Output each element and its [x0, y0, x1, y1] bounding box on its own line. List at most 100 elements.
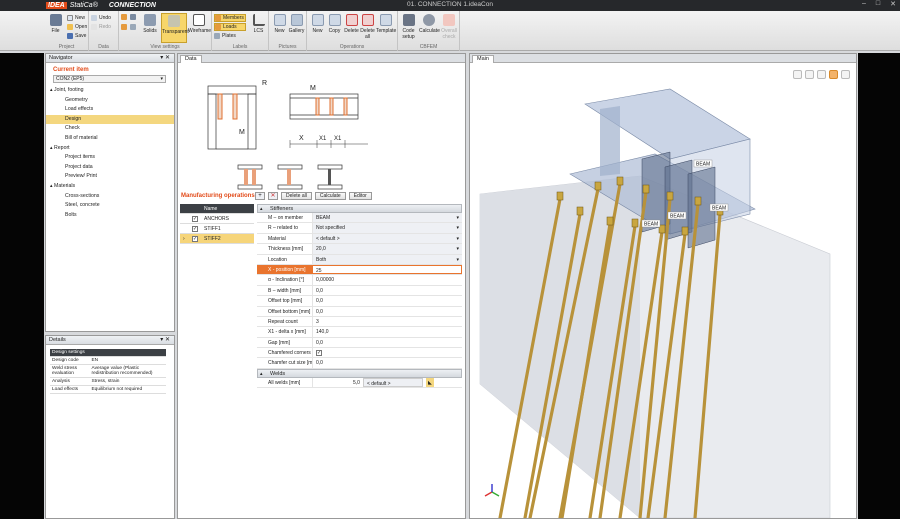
welds-size-input[interactable]: 5,0	[353, 378, 360, 387]
tree-item[interactable]: Check	[46, 124, 174, 134]
weld-type-icon[interactable]: ◣	[425, 377, 434, 388]
property-row: Material < default >	[257, 233, 462, 244]
checkbox[interactable]: ✓	[192, 236, 198, 242]
open-button[interactable]: Open	[67, 23, 87, 31]
lcs-icon	[252, 14, 265, 26]
property-input[interactable]: 0,00000	[312, 275, 462, 285]
maximize-icon[interactable]: □	[876, 0, 880, 8]
tree-item[interactable]: Steel, concrete	[46, 201, 174, 211]
copy-button[interactable]: Copy	[326, 13, 343, 43]
code-setup-button[interactable]: Code setup	[400, 13, 417, 43]
dim-label-x1: X1	[319, 136, 327, 142]
property-input[interactable]: 3	[312, 316, 462, 327]
property-select[interactable]: BEAM	[312, 213, 462, 223]
transparent-button[interactable]: Transparent	[161, 13, 189, 43]
tree-item[interactable]: Geometry	[46, 96, 174, 106]
tree-item[interactable]: Bolts	[46, 211, 174, 221]
table-row: Weld stress evaluation Average value (Pla…	[50, 364, 166, 378]
pin-icon[interactable]: ▾ ✕	[160, 336, 170, 345]
zoom-icon[interactable]	[805, 70, 814, 79]
operation-new-button[interactable]: New	[309, 13, 326, 43]
remove-operation-button[interactable]: ✕	[268, 192, 278, 200]
welds-material-select[interactable]: < default >	[362, 377, 423, 388]
zoom-extent-icon[interactable]	[793, 70, 802, 79]
new-project-button[interactable]: New	[67, 14, 85, 22]
details-table-header: Design settings	[50, 349, 166, 357]
view-option-1[interactable]	[121, 13, 127, 21]
plates-label-toggle[interactable]: Plates	[214, 32, 236, 40]
loads-label-toggle[interactable]: Loads	[214, 23, 246, 31]
file-button[interactable]: File	[47, 13, 64, 43]
tab-main[interactable]: Main	[472, 55, 494, 63]
solids-button[interactable]: Solids	[140, 13, 160, 43]
delete-button[interactable]: Delete	[343, 13, 360, 43]
collapse-icon: ▴	[260, 206, 263, 212]
property-select[interactable]: Both	[312, 254, 462, 265]
ribbon-group-pictures: New Gallery Pictures	[269, 11, 307, 51]
view-option-3[interactable]	[121, 23, 127, 31]
property-input[interactable]: 0,0	[312, 358, 462, 368]
group-stiffeners[interactable]: ▴ Stiffeners	[257, 204, 462, 213]
property-input[interactable]: 25	[312, 264, 462, 275]
property-row: Chamfered corners ✓	[257, 348, 462, 359]
tree-group[interactable]: ▴ Materials	[46, 182, 174, 192]
save-button[interactable]: Save	[67, 32, 86, 40]
property-input[interactable]: 0,0	[312, 296, 462, 306]
ribbon-group-cbfem: Code setup Calculate Overall check CBFEM	[398, 11, 460, 51]
tree-group[interactable]: ▴ Joint, footing	[46, 86, 174, 96]
delete-all-operations-button[interactable]: Delete all	[281, 192, 312, 200]
checkbox[interactable]: ✓	[192, 216, 198, 222]
minimize-icon[interactable]: –	[862, 0, 866, 8]
application-window: IDEA StatiCa® CONNECTION 01. CONNECTION …	[0, 0, 900, 519]
calculate-button[interactable]: Calculate	[419, 13, 440, 43]
property-select[interactable]: < default >	[312, 233, 462, 244]
tree-group[interactable]: ▴ Report	[46, 144, 174, 154]
members-label-toggle[interactable]: Members	[214, 14, 246, 22]
view-option-2[interactable]	[130, 13, 136, 21]
tree-item[interactable]: Project items	[46, 153, 174, 163]
overall-check-button[interactable]: Overall check	[440, 13, 458, 43]
template-button[interactable]: Template	[376, 13, 396, 43]
view-cube-icon[interactable]	[841, 70, 850, 79]
tree-item[interactable]: Design	[46, 114, 174, 125]
editor-button[interactable]: Editor	[348, 192, 372, 200]
lcs-button[interactable]: LCS	[250, 13, 267, 43]
redo-button[interactable]: Redo	[91, 23, 111, 31]
checkbox[interactable]: ✓	[316, 350, 322, 357]
list-item[interactable]: › ✓ STIFF2	[180, 234, 254, 244]
pan-icon[interactable]	[817, 70, 826, 79]
anchor-nut	[666, 191, 674, 201]
group-welds[interactable]: ▴ Welds	[257, 368, 462, 378]
property-input[interactable]: 0,0	[312, 285, 462, 296]
add-operation-button[interactable]: +	[255, 192, 265, 200]
tab-data[interactable]: Data	[180, 55, 202, 63]
gallery-button[interactable]: Gallery	[288, 13, 305, 43]
property-checkbox[interactable]: ✓	[312, 348, 462, 358]
pin-icon[interactable]: ▾ ✕	[160, 54, 170, 63]
property-label: Thickness [mm]	[268, 246, 304, 253]
current-item-select[interactable]: CON2 (EP5) ▾	[53, 75, 166, 83]
property-input[interactable]: 140,0	[312, 327, 462, 337]
checkbox[interactable]: ✓	[192, 226, 198, 232]
delete-all-button[interactable]: Delete all	[359, 13, 376, 43]
list-item[interactable]: ✓ STIFF1	[180, 224, 254, 234]
picture-new-button[interactable]: New	[271, 13, 288, 43]
3d-viewport[interactable]: BEAM BEAM BEAM BEAM	[470, 64, 856, 518]
tree-item[interactable]: Cross-sections	[46, 192, 174, 202]
property-input[interactable]: 0,0	[312, 306, 462, 316]
tree-item[interactable]: Preview/ Print	[46, 172, 174, 182]
wireframe-button[interactable]: Wireframe	[188, 13, 211, 43]
list-item[interactable]: ✓ ANCHORS	[180, 214, 254, 224]
rotate-icon[interactable]	[829, 70, 838, 79]
view-option-4[interactable]	[130, 23, 136, 31]
close-icon[interactable]: ✕	[890, 0, 896, 8]
property-select[interactable]: Not specified	[312, 223, 462, 234]
calculate-operations-button[interactable]: Calculate	[314, 192, 346, 200]
undo-button[interactable]: Undo	[91, 14, 111, 22]
anchor-nut	[642, 184, 650, 194]
property-select[interactable]: 20,0	[312, 244, 462, 255]
property-input[interactable]: 0,0	[312, 337, 462, 348]
tree-item[interactable]: Project data	[46, 163, 174, 173]
tree-item[interactable]: Load effects	[46, 105, 174, 115]
tree-item[interactable]: Bill of material	[46, 134, 174, 144]
